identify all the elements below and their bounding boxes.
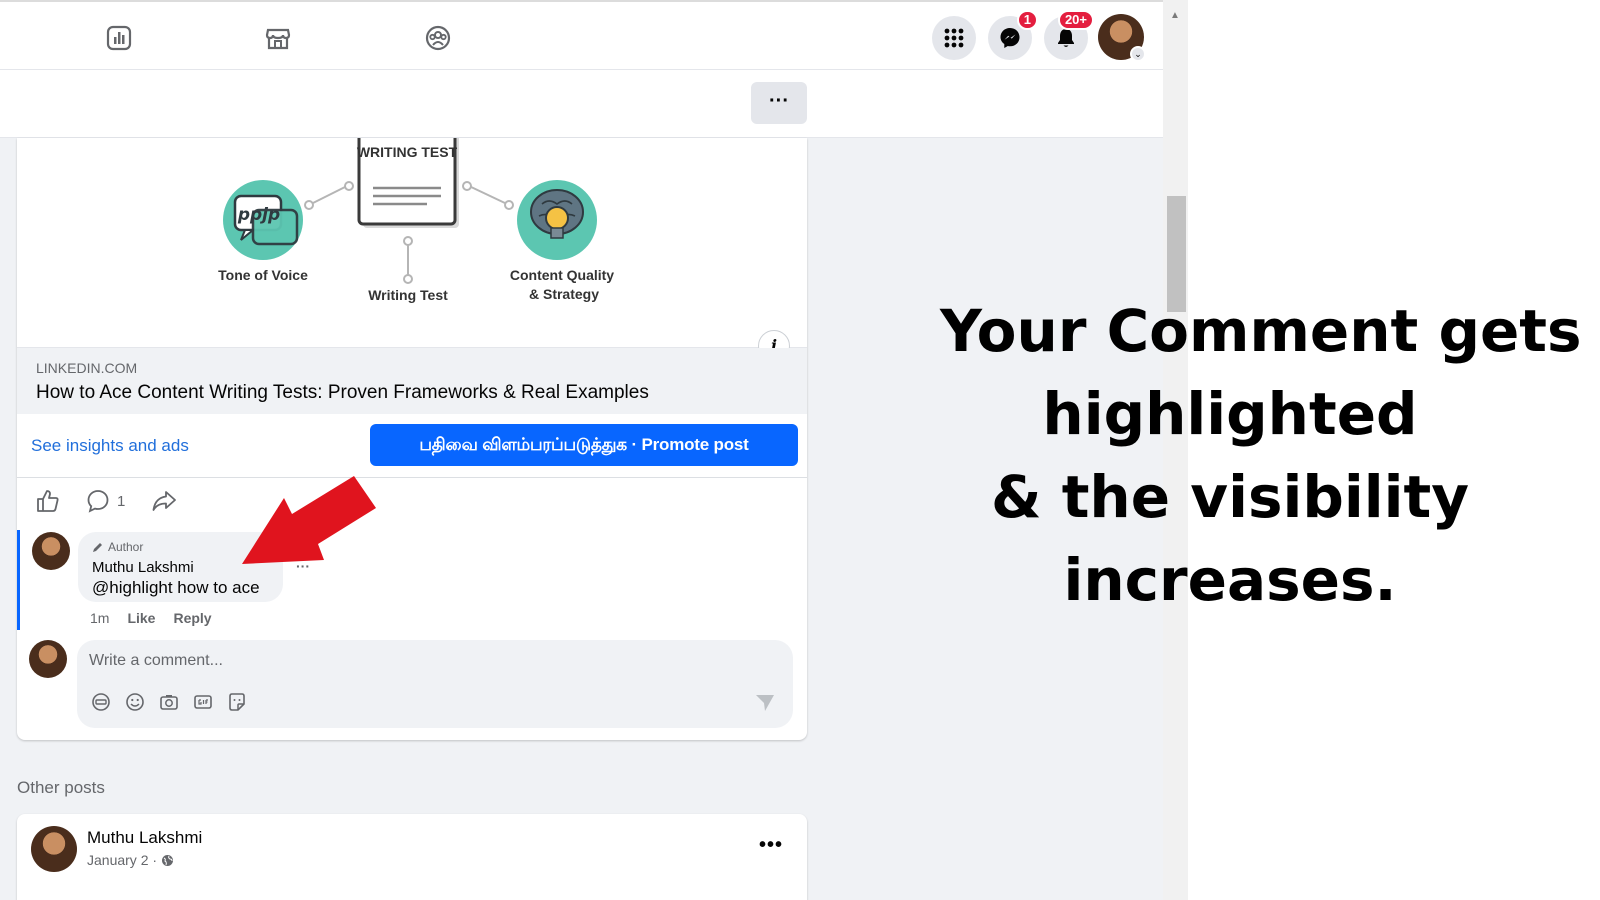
image-center-title: WRITING TEST bbox=[357, 144, 458, 160]
top-navigation: 1 20+ ⌄ bbox=[0, 0, 1163, 70]
image-right-label-1: Content Quality bbox=[510, 267, 614, 283]
pencil-icon bbox=[93, 543, 102, 552]
author-tag-label: Author bbox=[108, 540, 144, 554]
comment-count: 1 bbox=[117, 492, 126, 510]
image-left-label: Tone of Voice bbox=[218, 267, 308, 283]
thumbs-up-icon bbox=[37, 490, 59, 512]
composer-avatar[interactable] bbox=[29, 640, 67, 678]
insights-icon[interactable] bbox=[99, 18, 139, 58]
composer-tools bbox=[91, 692, 247, 712]
image-center-label: Writing Test bbox=[368, 287, 448, 303]
messenger-badge: 1 bbox=[1016, 10, 1038, 30]
other-post-author[interactable]: Muthu Lakshmi bbox=[87, 828, 202, 848]
comment-input[interactable] bbox=[89, 652, 689, 670]
caption-line-3: & the visibility bbox=[990, 463, 1470, 531]
other-posts-heading: Other posts bbox=[17, 778, 105, 797]
messenger-button[interactable]: 1 bbox=[988, 10, 1038, 60]
other-post-card: Muthu Lakshmi January 2 · ••• bbox=[17, 814, 807, 900]
sticker-icon[interactable] bbox=[227, 692, 247, 712]
groups-icon[interactable] bbox=[418, 18, 458, 58]
notifications-badge: 20+ bbox=[1057, 10, 1094, 30]
insights-row: See insights and ads பதிவை விளம்பரப்படுத… bbox=[17, 414, 807, 478]
marketplace-icon[interactable] bbox=[258, 18, 298, 58]
comment-reply-button[interactable]: Reply bbox=[173, 610, 211, 626]
post-header-bar: ··· bbox=[0, 70, 1163, 138]
comment-button[interactable]: 1 bbox=[85, 488, 125, 514]
see-insights-link[interactable]: See insights and ads bbox=[31, 436, 189, 456]
caption-text: Your Comment gets highlighted & the visi… bbox=[940, 290, 1582, 622]
caption-line-4: increases. bbox=[1063, 546, 1397, 614]
caption-line-1: Your Comment gets bbox=[940, 297, 1582, 365]
send-icon[interactable] bbox=[755, 694, 775, 717]
gif-icon[interactable] bbox=[193, 692, 213, 712]
other-post-date-row: January 2 · bbox=[87, 852, 174, 868]
grid-icon bbox=[944, 28, 964, 48]
image-right-label-2: & Strategy bbox=[529, 286, 599, 302]
other-post-date[interactable]: January 2 · bbox=[87, 852, 157, 868]
share-icon bbox=[152, 491, 176, 511]
comment-text: @highlight how to ace bbox=[92, 578, 260, 597]
caption-line-2: highlighted bbox=[1042, 380, 1418, 448]
comment-icon bbox=[87, 490, 109, 513]
post-actions-row: 1 bbox=[17, 478, 807, 526]
comment-meta: 1m Like Reply bbox=[90, 610, 212, 626]
highlighted-comment: Author Muthu Lakshmi @highlight how to a… bbox=[17, 530, 807, 630]
image-bubble-text: ppjp bbox=[237, 205, 280, 225]
bell-icon bbox=[1058, 29, 1074, 47]
more-options-button[interactable]: ··· bbox=[751, 82, 807, 124]
link-title: How to Ace Content Writing Tests: Proven… bbox=[36, 382, 649, 403]
comment-composer bbox=[77, 640, 793, 728]
menu-grid-button[interactable] bbox=[932, 16, 976, 60]
emoji-icon[interactable] bbox=[125, 692, 145, 712]
other-post-more-button[interactable]: ••• bbox=[759, 834, 783, 857]
comment-time[interactable]: 1m bbox=[90, 610, 109, 626]
link-preview-image[interactable]: WRITING TEST ppjp Tone of Voice Writing … bbox=[17, 138, 807, 348]
link-domain: LINKEDIN.COM bbox=[36, 360, 138, 376]
share-button[interactable] bbox=[151, 488, 177, 514]
scroll-up-arrow-icon[interactable]: ▲ bbox=[1170, 10, 1180, 21]
messenger-icon bbox=[1000, 28, 1020, 48]
red-arrow-annotation bbox=[242, 476, 376, 564]
link-preview-meta[interactable]: LINKEDIN.COM How to Ace Content Writing … bbox=[17, 348, 807, 414]
notifications-button[interactable]: 20+ bbox=[1044, 10, 1094, 60]
comment-like-button[interactable]: Like bbox=[127, 610, 155, 626]
avatar[interactable] bbox=[32, 532, 70, 570]
promote-post-button[interactable]: பதிவை விளம்பரப்படுத்துக · Promote post bbox=[370, 424, 798, 466]
avatar[interactable] bbox=[31, 826, 77, 872]
like-button[interactable] bbox=[35, 488, 61, 514]
post-card: WRITING TEST ppjp Tone of Voice Writing … bbox=[17, 138, 807, 740]
svg-text:WRITING TEST: WRITING TEST bbox=[357, 144, 458, 160]
camera-icon[interactable] bbox=[159, 692, 179, 712]
avatar-sticker-icon[interactable] bbox=[91, 692, 111, 712]
globe-icon bbox=[162, 854, 174, 866]
chevron-down-icon[interactable]: ⌄ bbox=[1130, 46, 1146, 62]
